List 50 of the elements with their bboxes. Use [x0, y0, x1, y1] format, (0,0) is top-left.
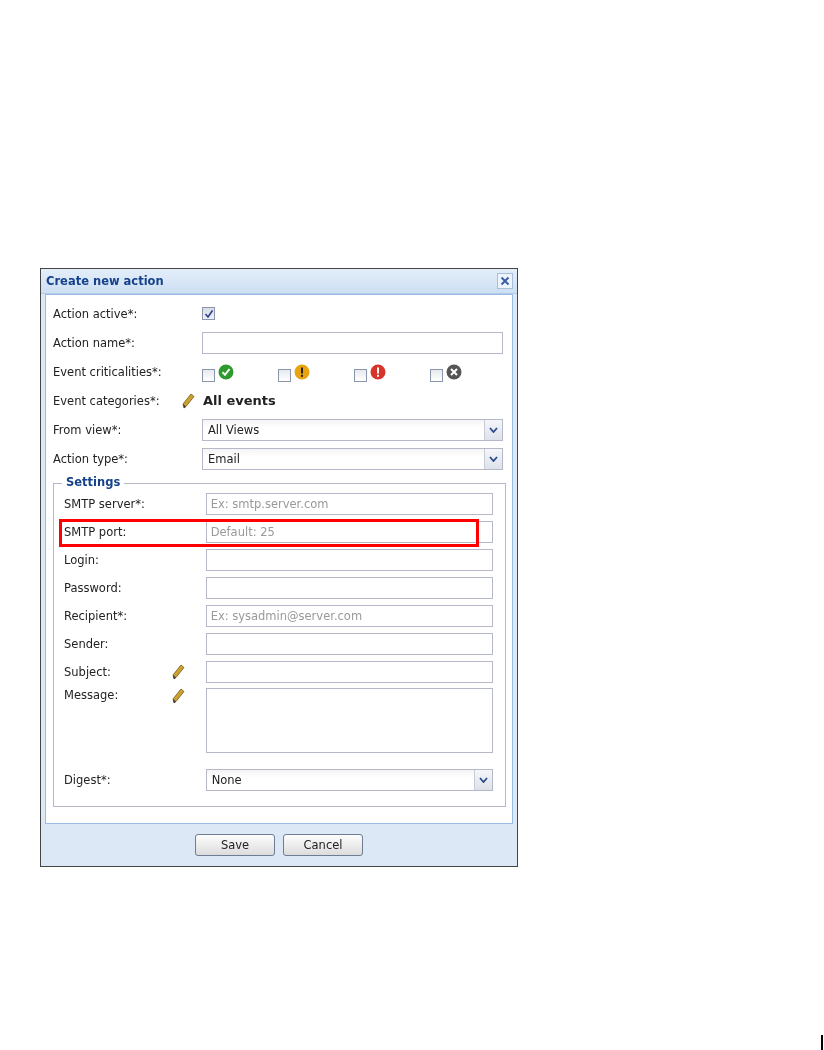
field-label: Recipient*: — [64, 609, 129, 623]
dropdown[interactable]: None — [205, 769, 493, 791]
field-label: Action type*: — [53, 451, 129, 466]
input-field[interactable] — [205, 577, 493, 599]
field-label: From view*: — [53, 422, 123, 437]
save-button[interactable]: Save — [195, 834, 275, 856]
field-label: Message: — [64, 688, 120, 702]
field-label: Event criticalities*: — [53, 364, 163, 379]
exclamation-circle-icon — [370, 363, 386, 380]
field-label: Action active*: — [53, 306, 139, 321]
input-field[interactable]: Ex: smtp.server.com — [205, 493, 493, 515]
input-field[interactable] — [205, 661, 493, 683]
cancel-button[interactable]: Cancel — [283, 834, 363, 856]
x-circle-icon — [446, 363, 462, 380]
check-icon — [203, 308, 214, 319]
pencil-icon — [171, 664, 186, 680]
checkbox[interactable] — [278, 368, 291, 382]
field-label: SMTP server*: — [64, 497, 146, 511]
checkbox[interactable] — [202, 368, 215, 382]
text-area[interactable] — [205, 688, 493, 753]
close-icon — [500, 276, 510, 286]
input-field[interactable] — [205, 549, 493, 571]
input-field[interactable] — [202, 331, 503, 354]
checkbox[interactable] — [202, 307, 215, 320]
dialog-title: Create new action — [46, 274, 164, 288]
field-label: Digest*: — [64, 773, 112, 787]
field-label: Sender: — [64, 637, 110, 651]
input-field[interactable]: Ex: sysadmin@server.com — [205, 605, 493, 627]
field-label: SMTP port: — [64, 525, 128, 539]
pencil-icon — [171, 688, 186, 704]
checkbox[interactable] — [430, 368, 443, 382]
checkbox[interactable] — [354, 368, 367, 382]
section-title: Settings — [62, 475, 125, 489]
chevron-down-icon — [479, 777, 488, 783]
exclamation-circle-icon — [294, 363, 310, 380]
input-field[interactable]: Default: 25 — [205, 521, 493, 543]
dropdown[interactable]: All Views — [202, 418, 503, 441]
check-circle-icon — [218, 363, 234, 380]
close-button[interactable] — [497, 273, 513, 289]
dropdown[interactable]: Email — [202, 447, 503, 470]
field-label: Action name*: — [53, 335, 136, 350]
chevron-down-icon — [489, 426, 498, 433]
field-label: Login: — [64, 553, 100, 567]
pencil-icon — [181, 392, 195, 409]
categories-link[interactable]: All events — [203, 393, 276, 408]
field-label: Event categories*: — [53, 393, 161, 408]
chevron-down-icon — [489, 455, 498, 462]
field-label: Password: — [64, 581, 123, 595]
field-label: Subject: — [64, 665, 112, 679]
input-field[interactable] — [205, 633, 493, 655]
